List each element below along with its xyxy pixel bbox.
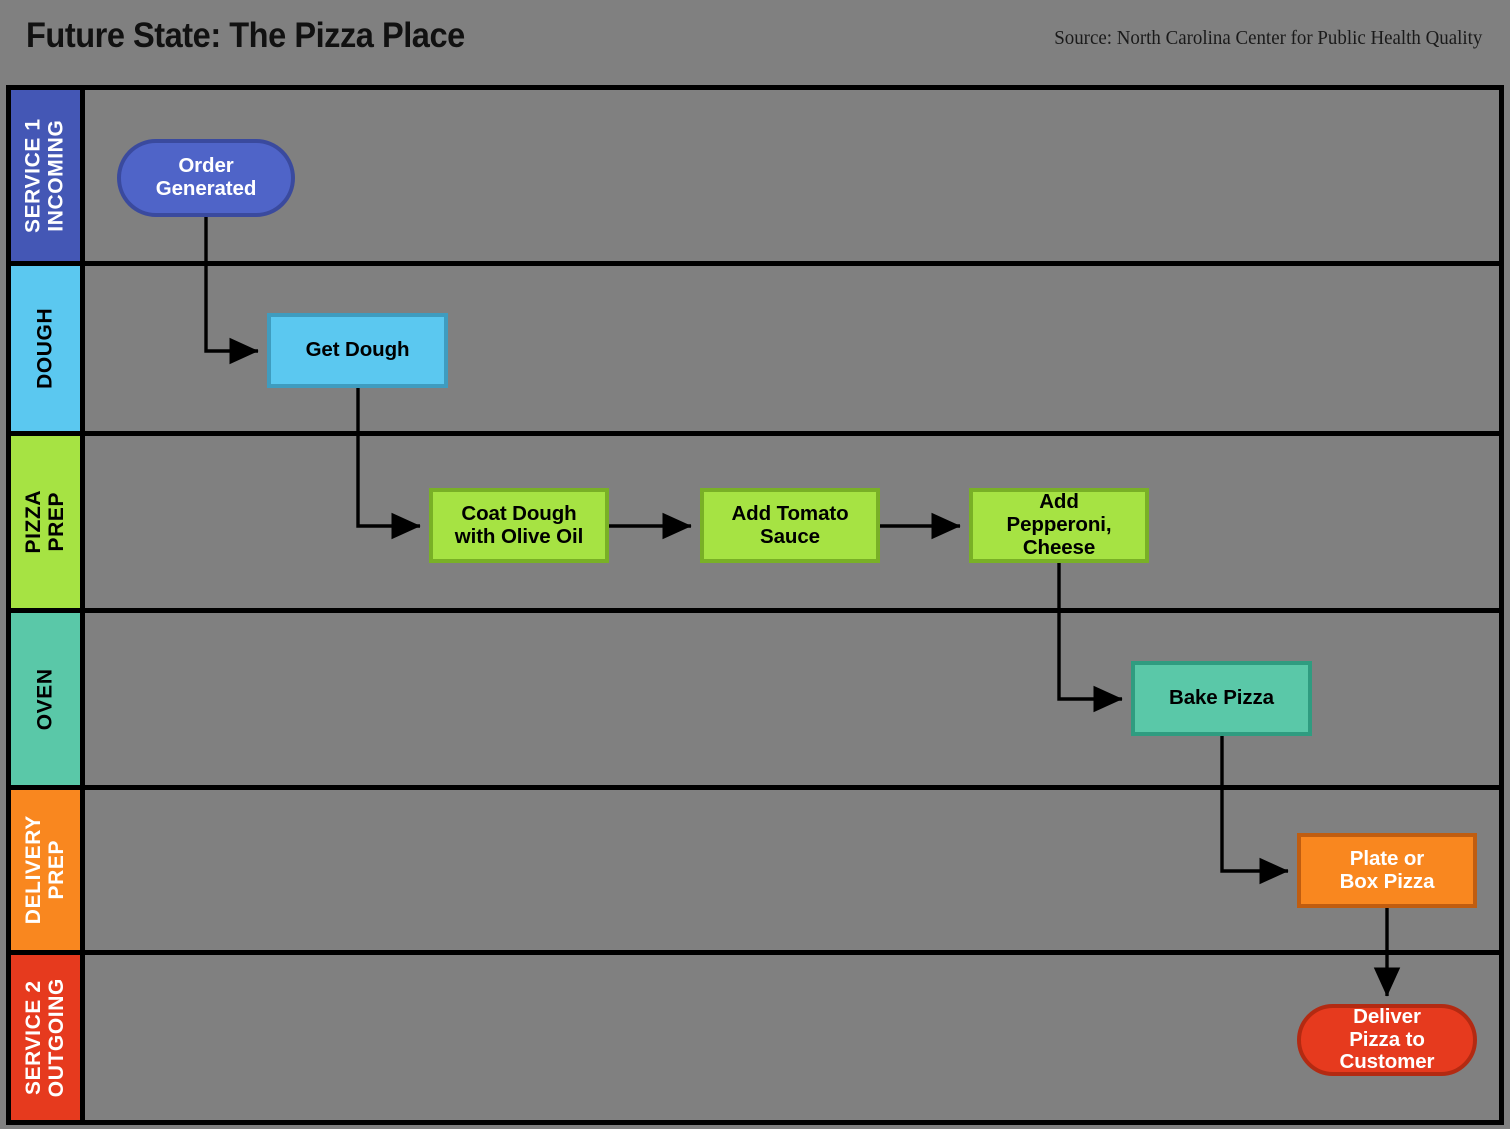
source-attribution: Source: North Carolina Center for Public…	[1053, 28, 1482, 49]
swimlane-label-line1: SERVICE 2	[21, 980, 45, 1095]
swimlane-label-line1: DELIVERY	[21, 815, 45, 925]
process-node-label: Bake Pizza	[1169, 686, 1274, 710]
swimlane-label-line2: PREP	[44, 840, 68, 900]
swimlane-body-service-1-incoming	[85, 90, 1499, 261]
process-node-label: Get Dough	[305, 338, 410, 362]
process-node-add-pepperoni-cheese[interactable]: Add Pepperoni, Cheese	[969, 488, 1149, 563]
process-node-plate-or-box-pizza[interactable]: Plate or Box Pizza	[1297, 833, 1477, 908]
swimlane-label-service-2-outgoing: SERVICE 2 OUTGOING	[21, 977, 68, 1098]
swimlane-header-service-1-incoming: SERVICE 1 INCOMING	[11, 90, 85, 261]
process-node-deliver-pizza-to-customer[interactable]: Deliver Pizza to Customer	[1297, 1004, 1477, 1076]
page-title: Future State: The Pizza Place	[26, 16, 465, 55]
process-node-label: Order Generated	[155, 154, 257, 200]
swimlane-header-dough: DOUGH	[11, 266, 85, 431]
swimlane-label-line2: PREP	[44, 492, 68, 552]
swimlane-label-pizza-prep: PIZZA PREP	[21, 490, 68, 554]
process-node-bake-pizza[interactable]: Bake Pizza	[1131, 661, 1312, 736]
process-node-get-dough[interactable]: Get Dough	[267, 313, 448, 388]
swimlane-service-2-outgoing: SERVICE 2 OUTGOING	[11, 955, 1499, 1120]
process-node-label: Add Tomato Sauce	[731, 501, 849, 548]
swimlane-header-service-2-outgoing: SERVICE 2 OUTGOING	[11, 955, 85, 1120]
swimlane-frame: SERVICE 1 INCOMING DOUGH PIZZA PREP OVEN DELIV…	[6, 85, 1504, 1125]
swimlane-label-oven: OVEN	[33, 668, 57, 730]
swimlane-label-dough: DOUGH	[33, 307, 57, 390]
swimlane-label-line1: OVEN	[33, 668, 57, 730]
swimlane-label-delivery-prep: DELIVERY PREP	[21, 815, 68, 925]
swimlane-label-line1: PIZZA	[21, 490, 45, 554]
swimlane-header-pizza-prep: PIZZA PREP	[11, 436, 85, 608]
swimlane-label-line2: INCOMING	[44, 119, 68, 232]
process-node-label: Add Pepperoni, Cheese	[1006, 490, 1112, 559]
process-node-label: Plate or Box Pizza	[1339, 846, 1435, 893]
swimlane-body-service-2-outgoing	[85, 955, 1499, 1120]
swimlane-label-service-1-incoming: SERVICE 1 INCOMING	[21, 118, 68, 233]
process-node-add-tomato-sauce[interactable]: Add Tomato Sauce	[700, 488, 880, 563]
swimlane-body-delivery-prep	[85, 790, 1499, 950]
diagram-canvas: Future State: The Pizza Place Source: No…	[0, 0, 1510, 1129]
process-node-order-generated[interactable]: Order Generated	[117, 139, 295, 217]
swimlane-label-line1: SERVICE 1	[21, 118, 45, 233]
process-node-label: Coat Dough with Olive Oil	[454, 501, 584, 548]
swimlane-delivery-prep: DELIVERY PREP	[11, 790, 1499, 955]
swimlane-label-line1: DOUGH	[33, 307, 57, 390]
swimlane-header-oven: OVEN	[11, 613, 85, 785]
process-node-coat-dough-with-olive-oil[interactable]: Coat Dough with Olive Oil	[429, 488, 609, 563]
swimlane-label-line2: OUTGOING	[44, 977, 68, 1098]
swimlane-dough: DOUGH	[11, 266, 1499, 436]
process-node-label: Deliver Pizza to Customer	[1339, 1004, 1435, 1074]
swimlane-header-delivery-prep: DELIVERY PREP	[11, 790, 85, 950]
